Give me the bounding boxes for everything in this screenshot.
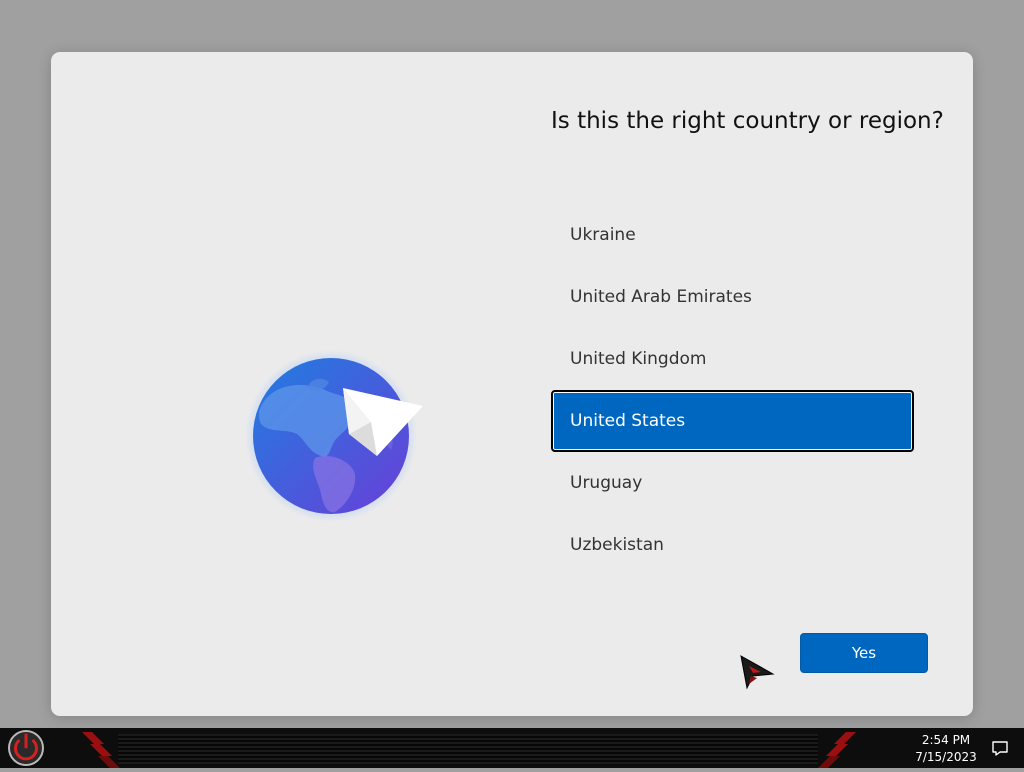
country-label: Uzbekistan [570, 535, 664, 555]
country-label: Uruguay [570, 473, 643, 493]
taskbar [0, 728, 1024, 768]
country-label: United Arab Emirates [570, 287, 752, 307]
taskbar-clock[interactable]: 2:54 PM 7/15/2023 [908, 732, 984, 766]
taskbar-decoration [118, 734, 818, 764]
clock-time: 2:54 PM [921, 733, 971, 747]
mouse-cursor-icon [739, 654, 775, 690]
power-button[interactable] [6, 729, 46, 767]
notification-icon[interactable] [990, 738, 1010, 758]
country-option-united-states[interactable]: United States [551, 390, 914, 452]
country-label: United States [570, 411, 686, 431]
globe-paper-plane-illustration [245, 348, 435, 528]
country-option-uruguay[interactable]: Uruguay [551, 452, 914, 514]
yes-button[interactable]: Yes [800, 633, 928, 673]
power-icon [8, 730, 44, 766]
country-label: United Kingdom [570, 349, 707, 369]
taskbar-left-accent [78, 728, 138, 768]
clock-date: 7/15/2023 [915, 750, 977, 764]
country-option-united-arab-emirates[interactable]: United Arab Emirates [551, 266, 914, 328]
region-dialog: Is this the right country or region? Ukr… [51, 52, 973, 716]
page-title: Is this the right country or region? [551, 108, 944, 134]
country-option-ukraine[interactable]: Ukraine [551, 204, 914, 266]
taskbar-right-accent [800, 728, 860, 768]
country-option-united-kingdom[interactable]: United Kingdom [551, 328, 914, 390]
country-label: Ukraine [570, 225, 636, 245]
country-list[interactable]: Ukraine United Arab Emirates United King… [551, 204, 914, 576]
country-option-uzbekistan[interactable]: Uzbekistan [551, 514, 914, 576]
